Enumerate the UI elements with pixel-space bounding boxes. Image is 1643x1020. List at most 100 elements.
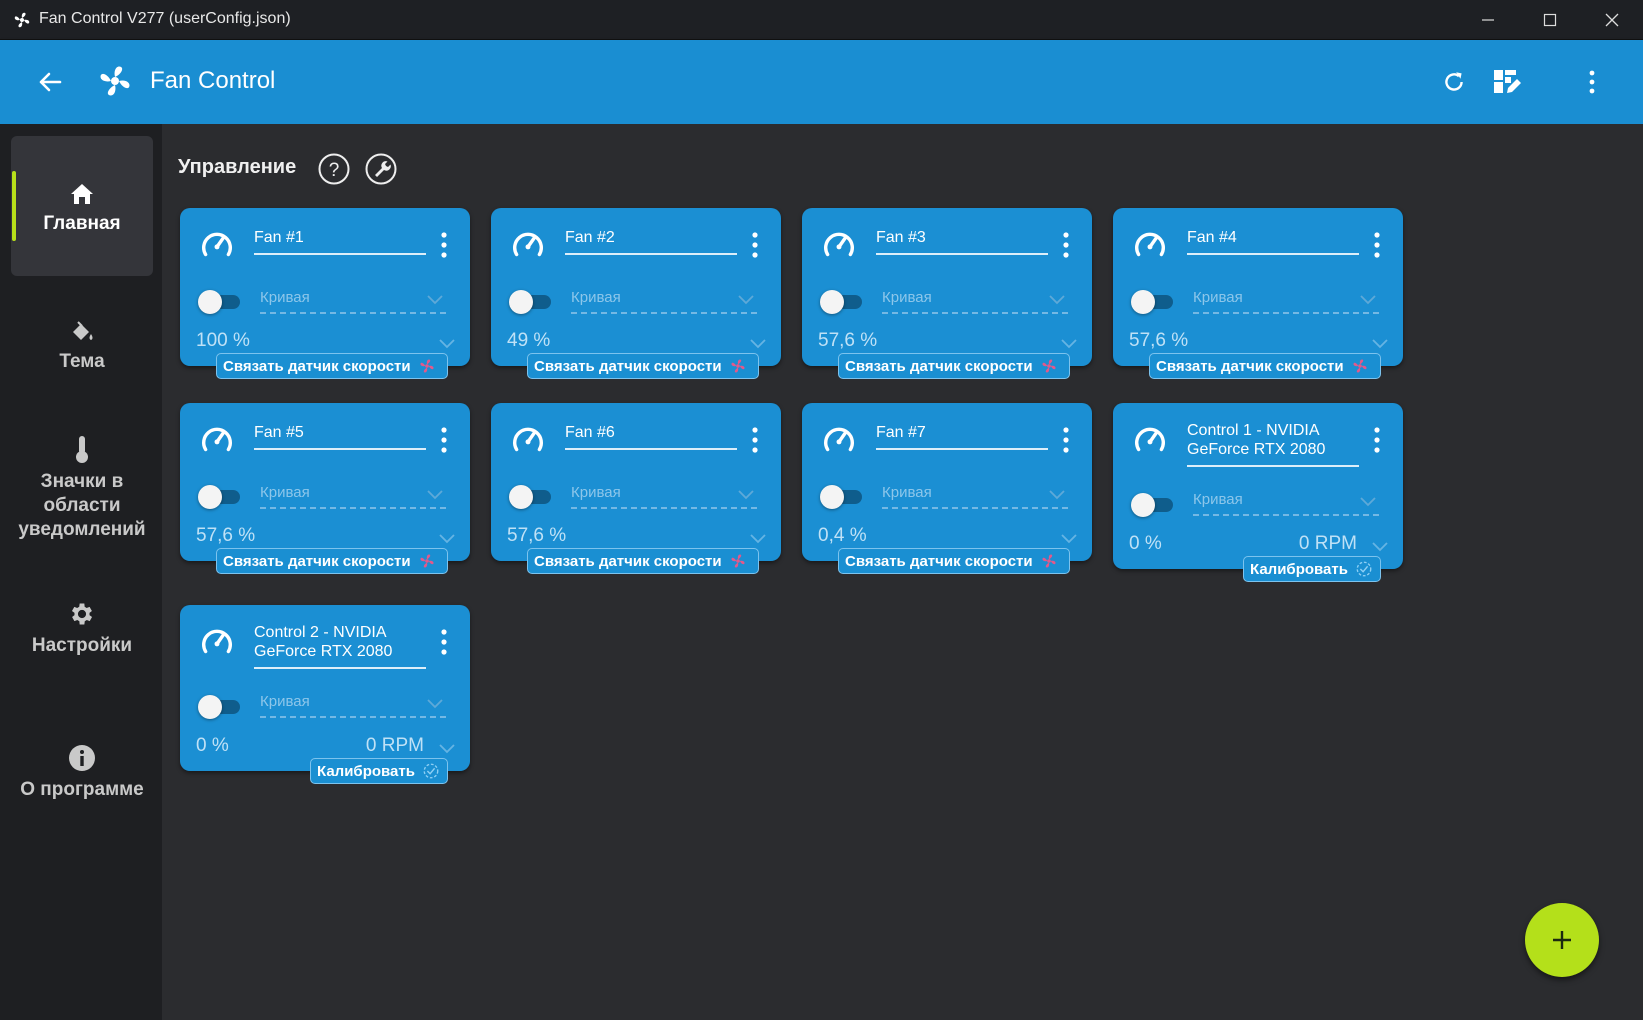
link-speed-sensor-button[interactable]: Связать датчик скорости xyxy=(838,548,1070,574)
edit-layout-button[interactable] xyxy=(1489,64,1525,100)
curve-select[interactable]: Кривая xyxy=(882,289,1068,314)
fan-card: Fan #6 Кривая 57,6 % xyxy=(491,403,781,561)
fan-name-field[interactable]: Fan #6 xyxy=(565,423,737,450)
info-icon xyxy=(69,745,95,771)
action-label: Калибровать xyxy=(1250,560,1348,578)
curve-select[interactable]: Кривая xyxy=(882,484,1068,509)
curve-select[interactable]: Кривая xyxy=(1193,491,1379,516)
fan-card: Fan #4 Кривая 57,6 % xyxy=(1113,208,1403,366)
fan-name-field[interactable]: Control 1 - NVIDIA GeForce RTX 2080 xyxy=(1187,421,1359,467)
chevron-down-icon xyxy=(439,744,455,754)
curve-placeholder: Кривая xyxy=(571,484,621,501)
link-speed-sensor-button[interactable]: Связать датчик скорости xyxy=(216,353,448,379)
thermometer-icon xyxy=(76,436,88,463)
percent-value: 100 % xyxy=(196,330,250,351)
chevron-down-icon xyxy=(439,534,455,544)
more-vert-icon xyxy=(1374,427,1380,453)
chevron-down-icon xyxy=(750,339,766,349)
enable-toggle[interactable] xyxy=(820,483,862,509)
chevron-down-icon xyxy=(1049,295,1065,305)
enable-toggle[interactable] xyxy=(820,288,862,314)
curve-placeholder: Кривая xyxy=(260,484,310,501)
nav-label-about: О программе xyxy=(20,779,144,800)
calibrate-button[interactable]: Калибровать xyxy=(310,758,448,784)
more-vert-icon xyxy=(752,427,758,453)
fan-name-field[interactable]: Fan #5 xyxy=(254,423,426,450)
percent-value: 49 % xyxy=(507,330,551,351)
curve-select[interactable]: Кривая xyxy=(1193,289,1379,314)
enable-toggle[interactable] xyxy=(198,483,240,509)
plus-icon xyxy=(1553,931,1571,949)
chevron-down-icon xyxy=(1372,542,1388,552)
enable-toggle[interactable] xyxy=(1131,491,1173,517)
fan-pink-icon xyxy=(731,359,745,373)
curve-select[interactable]: Кривая xyxy=(571,484,757,509)
rpm-value: 0 RPM xyxy=(1298,533,1357,554)
curve-select[interactable]: Кривая xyxy=(260,693,446,718)
enable-toggle[interactable] xyxy=(198,288,240,314)
fan-card: Fan #3 Кривая 57,6 % xyxy=(802,208,1092,366)
link-speed-sensor-button[interactable]: Связать датчик скорости xyxy=(527,353,759,379)
more-vert-icon xyxy=(1063,232,1069,258)
gauge-icon xyxy=(202,427,232,452)
gauge-icon xyxy=(513,427,543,452)
more-vert-icon xyxy=(752,232,758,258)
calibrate-button[interactable]: Калибровать xyxy=(1243,556,1381,582)
curve-select[interactable]: Кривая xyxy=(260,484,446,509)
fan-name-field[interactable]: Control 2 - NVIDIA GeForce RTX 2080 xyxy=(254,623,426,669)
minimize-icon xyxy=(1482,19,1494,21)
back-button[interactable] xyxy=(34,66,66,98)
tools-button[interactable] xyxy=(364,152,398,186)
enable-toggle[interactable] xyxy=(1131,288,1173,314)
nav-label-settings: Настройки xyxy=(31,635,133,656)
percent-value: 57,6 % xyxy=(1129,330,1189,351)
nav-tray-icons[interactable]: Значки в области уведомлений xyxy=(11,430,153,550)
home-icon xyxy=(71,184,93,204)
wrench-icon xyxy=(365,153,397,185)
fan-pink-icon xyxy=(420,554,434,568)
more-options-button[interactable] xyxy=(1574,64,1610,100)
nav-home[interactable]: Главная xyxy=(11,136,153,276)
calibrate-icon xyxy=(423,763,439,779)
fan-icon xyxy=(14,12,30,28)
refresh-button[interactable] xyxy=(1436,64,1472,100)
fan-pink-icon xyxy=(1042,359,1056,373)
help-button[interactable]: ? xyxy=(317,152,351,186)
link-speed-sensor-button[interactable]: Связать датчик скорости xyxy=(838,353,1070,379)
chevron-down-icon xyxy=(439,339,455,349)
fan-name-field[interactable]: Fan #7 xyxy=(876,423,1048,450)
action-label: Связать датчик скорости xyxy=(534,552,722,570)
fan-name-field[interactable]: Fan #3 xyxy=(876,228,1048,255)
fan-pink-icon xyxy=(731,554,745,568)
fan-card: Fan #1 Кривая 100 % xyxy=(180,208,470,366)
window-title: Fan Control V277 (userConfig.json) xyxy=(39,10,291,27)
chevron-down-icon xyxy=(1372,339,1388,349)
nav-settings[interactable]: Настройки xyxy=(11,594,153,674)
more-vert-icon xyxy=(441,232,447,258)
nav-about[interactable]: О программе xyxy=(11,738,153,818)
curve-select[interactable]: Кривая xyxy=(260,289,446,314)
enable-toggle[interactable] xyxy=(509,288,551,314)
link-speed-sensor-button[interactable]: Связать датчик скорости xyxy=(1149,353,1381,379)
chevron-down-icon xyxy=(738,295,754,305)
fan-pink-icon xyxy=(1042,554,1056,568)
minimize-button[interactable] xyxy=(1457,0,1519,40)
fan-name-field[interactable]: Fan #1 xyxy=(254,228,426,255)
enable-toggle[interactable] xyxy=(509,483,551,509)
close-button[interactable] xyxy=(1581,0,1643,40)
paint-bucket-icon xyxy=(73,321,93,340)
enable-toggle[interactable] xyxy=(198,693,240,719)
percent-value: 57,6 % xyxy=(507,525,567,546)
fan-name-field[interactable]: Fan #4 xyxy=(1187,228,1359,255)
add-button[interactable] xyxy=(1525,903,1599,977)
action-label: Связать датчик скорости xyxy=(845,552,1033,570)
curve-select[interactable]: Кривая xyxy=(571,289,757,314)
fan-name-field[interactable]: Fan #2 xyxy=(565,228,737,255)
gear-icon xyxy=(71,603,93,625)
link-speed-sensor-button[interactable]: Связать датчик скорости xyxy=(527,548,759,574)
arrow-left-icon xyxy=(39,72,62,92)
maximize-button[interactable] xyxy=(1519,0,1581,40)
help-icon: ? xyxy=(318,153,350,185)
link-speed-sensor-button[interactable]: Связать датчик скорости xyxy=(216,548,448,574)
nav-theme[interactable]: Тема xyxy=(11,314,153,394)
